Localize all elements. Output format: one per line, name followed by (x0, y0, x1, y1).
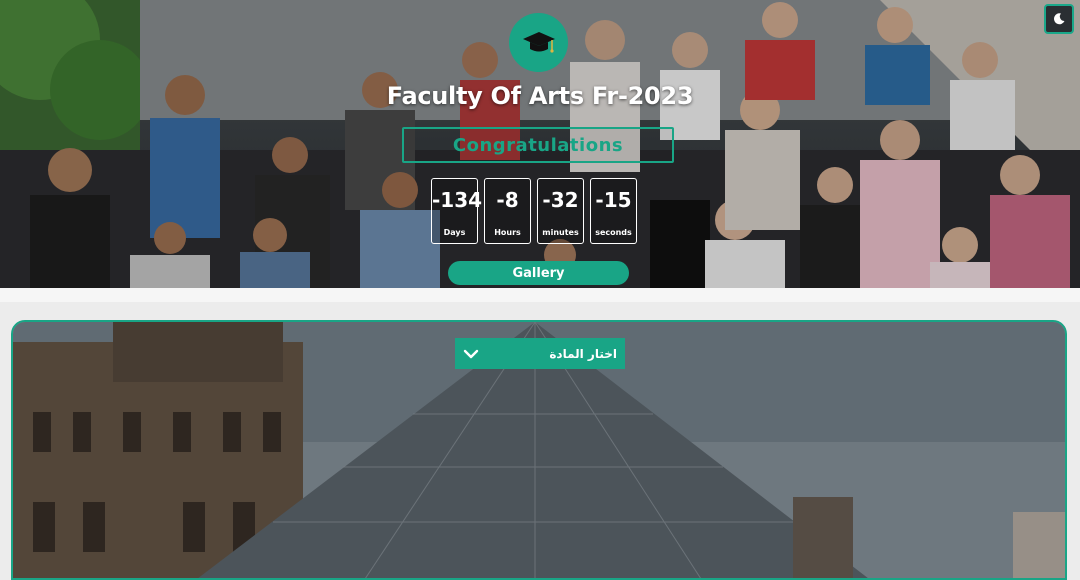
theme-toggle-button[interactable] (1044, 4, 1074, 34)
chevron-down-icon (463, 349, 479, 358)
countdown-value: -134 (432, 188, 483, 212)
countdown-value: -32 (542, 188, 579, 212)
countdown-hours: -8 Hours (484, 178, 531, 244)
graduation-cap-icon (522, 31, 555, 53)
subject-card: اختار المادة (11, 320, 1067, 580)
faculty-logo (509, 13, 568, 72)
gallery-button[interactable]: Gallery (448, 261, 629, 285)
countdown-label: seconds (595, 228, 632, 237)
countdown-minutes: -32 minutes (537, 178, 584, 244)
countdown-label: Hours (494, 228, 521, 237)
countdown-value: -8 (496, 188, 519, 212)
subject-select-dropdown[interactable]: اختار المادة (455, 338, 625, 369)
section-divider (0, 288, 1080, 302)
countdown-timer: -134 Days -8 Hours -32 minutes -15 secon… (431, 178, 637, 244)
countdown-days: -134 Days (431, 178, 483, 244)
countdown-value: -15 (595, 188, 632, 212)
page-title: Faculty Of Arts Fr-2023 (386, 82, 694, 110)
countdown-label: minutes (542, 228, 579, 237)
countdown-label: Days (443, 228, 466, 237)
hero-section: Faculty Of Arts Fr-2023 Congratulations … (0, 0, 1080, 288)
congratulations-banner: Congratulations (402, 127, 674, 163)
subject-select-label: اختار المادة (549, 346, 617, 361)
moon-icon (1053, 13, 1065, 25)
countdown-seconds: -15 seconds (590, 178, 637, 244)
